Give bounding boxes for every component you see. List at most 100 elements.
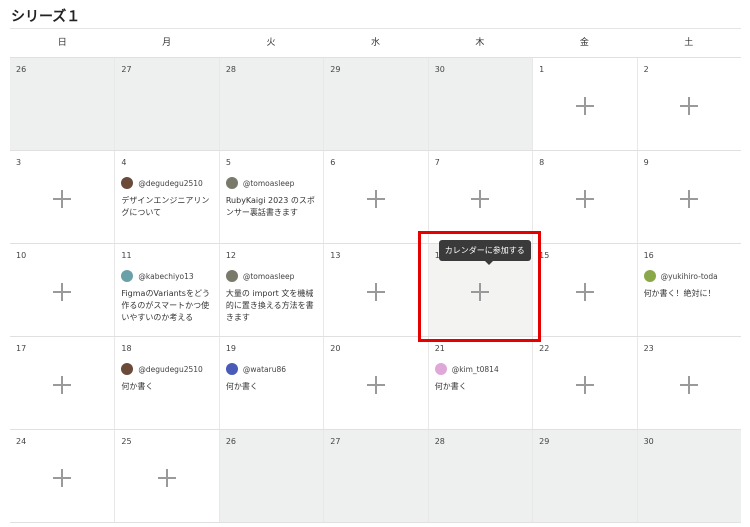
calendar-day[interactable]: 11 @kabechiyo13 FigmaのVariantsをどう作るのがスマートか… <box>114 244 218 336</box>
calendar-day[interactable]: 16 @yukihiro-toda 何か書く！絶対に！ <box>636 244 741 336</box>
entry-username: @wataru86 <box>242 364 286 374</box>
page-title: シリーズ１ <box>11 9 81 25</box>
calendar-day[interactable]: 17 <box>10 337 114 429</box>
calendar-day[interactable]: 7 <box>427 151 532 243</box>
join-calendar-plus-icon[interactable] <box>366 282 385 301</box>
avatar <box>225 270 238 282</box>
day-number: 30 <box>434 65 445 74</box>
join-calendar-plus-icon[interactable] <box>575 282 594 301</box>
calendar-day[interactable]: 1 <box>532 58 636 150</box>
entry-author[interactable]: @tomoasleep <box>225 269 319 283</box>
entry-title[interactable]: 何か書く <box>121 381 214 393</box>
entry-title[interactable]: 何か書く <box>435 381 528 393</box>
calendar-day[interactable]: 10 <box>10 244 114 336</box>
calendar-entry[interactable]: @yukihiro-toda 何か書く！絶対に！ <box>643 269 737 300</box>
calendar-entry[interactable]: @kabechiyo13 FigmaのVariantsをどう作るのがスマートかつ使… <box>121 269 214 324</box>
join-calendar-tooltip: カレンダーに参加する <box>438 240 531 265</box>
calendar-day[interactable]: 3 <box>10 151 114 243</box>
calendar-entry[interactable]: @wataru86 何か書く <box>225 362 319 393</box>
day-number: 26 <box>225 437 237 446</box>
calendar-day: 29 <box>532 430 637 522</box>
day-number: 16 <box>643 251 654 260</box>
avatar <box>121 270 134 282</box>
day-number: 12 <box>225 251 237 260</box>
calendar-day[interactable]: 23 <box>636 337 741 429</box>
day-number: 29 <box>539 437 550 446</box>
day-number: 28 <box>434 437 445 446</box>
join-calendar-plus-icon[interactable] <box>53 375 72 394</box>
calendar-day[interactable]: 5 @tomoasleep RubyKaigi 2023 のスポンサー裏話書きます <box>218 151 323 243</box>
join-calendar-plus-icon[interactable] <box>53 468 72 487</box>
calendar-day[interactable]: 19 @wataru86 何か書く <box>218 337 323 429</box>
calendar-day: 29 <box>323 58 428 150</box>
join-calendar-plus-icon[interactable] <box>158 468 177 487</box>
calendar-day[interactable]: 4 @degudegu2510 デザインエンジニアリングについて <box>114 151 218 243</box>
day-number: 10 <box>16 251 27 260</box>
calendar-day[interactable]: 22 <box>532 337 636 429</box>
join-calendar-plus-icon[interactable] <box>575 189 594 208</box>
avatar <box>225 177 238 189</box>
day-number: 22 <box>539 344 550 353</box>
entry-title[interactable]: 大量の import 文を機械的に置き換える方法を書きます <box>226 288 319 324</box>
entry-author[interactable]: @degudegu2510 <box>121 176 214 190</box>
entry-title[interactable]: デザインエンジニアリングについて <box>121 195 214 219</box>
join-calendar-plus-icon[interactable] <box>680 96 699 115</box>
calendar-day[interactable]: 8 <box>532 151 636 243</box>
entry-title[interactable]: FigmaのVariantsをどう作るのがスマートかつ使いやすいのか考える <box>121 288 214 324</box>
entry-author[interactable]: @kim_t0814 <box>434 362 528 376</box>
weekday-wed: 水 <box>370 38 380 48</box>
weekday-sun: 日 <box>57 38 67 48</box>
calendar-day[interactable]: 6 <box>323 151 427 243</box>
weekday-sat: 土 <box>684 38 694 48</box>
calendar-day[interactable]: 25 <box>114 430 218 522</box>
calendar-day: 28 <box>218 58 324 150</box>
entry-title[interactable]: RubyKaigi 2023 のスポンサー裏話書きます <box>226 195 319 219</box>
join-calendar-plus-icon[interactable] <box>575 96 594 115</box>
calendar-entry[interactable]: @degudegu2510 デザインエンジニアリングについて <box>121 176 214 219</box>
calendar-day[interactable]: 18 @degudegu2510 何か書く <box>114 337 218 429</box>
day-number: 15 <box>539 251 550 260</box>
join-calendar-plus-icon[interactable] <box>471 282 490 301</box>
day-number: 7 <box>434 158 440 167</box>
day-number: 25 <box>121 437 132 446</box>
join-calendar-plus-icon[interactable] <box>366 375 385 394</box>
day-number: 8 <box>539 158 545 167</box>
calendar-day[interactable]: 2 <box>636 58 741 150</box>
entry-author[interactable]: @kabechiyo13 <box>121 269 214 283</box>
calendar-entry[interactable]: @kim_t0814 何か書く <box>434 362 528 393</box>
calendar-day[interactable]: 14カレンダーに参加する <box>427 240 533 336</box>
calendar-entry[interactable]: @tomoasleep RubyKaigi 2023 のスポンサー裏話書きます <box>225 176 319 219</box>
calendar: 日 月 火 水 木 金 土 26 27 28 29 30 1 2 3 4 @degudegu251… <box>10 28 741 523</box>
join-calendar-plus-icon[interactable] <box>680 189 699 208</box>
calendar-day[interactable]: 24 <box>10 430 114 522</box>
calendar-day[interactable]: 15 <box>532 244 636 336</box>
join-calendar-plus-icon[interactable] <box>366 189 385 208</box>
join-calendar-plus-icon[interactable] <box>53 189 72 208</box>
entry-author[interactable]: @degudegu2510 <box>121 362 214 376</box>
entry-author[interactable]: @tomoasleep <box>225 176 319 190</box>
calendar-entry[interactable]: @tomoasleep 大量の import 文を機械的に置き換える方法を書きます <box>225 269 319 324</box>
entry-username: @kim_t0814 <box>451 364 499 374</box>
calendar-entry[interactable]: @degudegu2510 何か書く <box>121 362 214 393</box>
calendar-day[interactable]: 13 <box>323 244 427 336</box>
calendar-day[interactable]: 21 @kim_t0814 何か書く <box>427 337 532 429</box>
day-number: 6 <box>330 158 336 167</box>
calendar-day[interactable]: 12 @tomoasleep 大量の import 文を機械的に置き換える方法を書き… <box>218 244 323 336</box>
day-number: 28 <box>225 65 237 74</box>
join-calendar-plus-icon[interactable] <box>53 282 72 301</box>
day-number: 2 <box>643 65 649 74</box>
avatar <box>121 363 134 375</box>
calendar-week: 3 4 @degudegu2510 デザインエンジニアリングについて 5 @tomoasl… <box>10 150 741 243</box>
join-calendar-plus-icon[interactable] <box>575 375 594 394</box>
entry-title[interactable]: 何か書く <box>226 381 319 393</box>
calendar-day[interactable]: 20 <box>323 337 427 429</box>
day-number: 17 <box>16 344 27 353</box>
entry-title[interactable]: 何か書く！絶対に！ <box>644 288 737 300</box>
join-calendar-plus-icon[interactable] <box>471 189 490 208</box>
entry-author[interactable]: @wataru86 <box>225 362 319 376</box>
day-number: 9 <box>643 158 649 167</box>
join-calendar-plus-icon[interactable] <box>680 375 699 394</box>
entry-author[interactable]: @yukihiro-toda <box>643 269 737 283</box>
calendar-day[interactable]: 9 <box>636 151 741 243</box>
calendar-day: 30 <box>427 58 533 150</box>
